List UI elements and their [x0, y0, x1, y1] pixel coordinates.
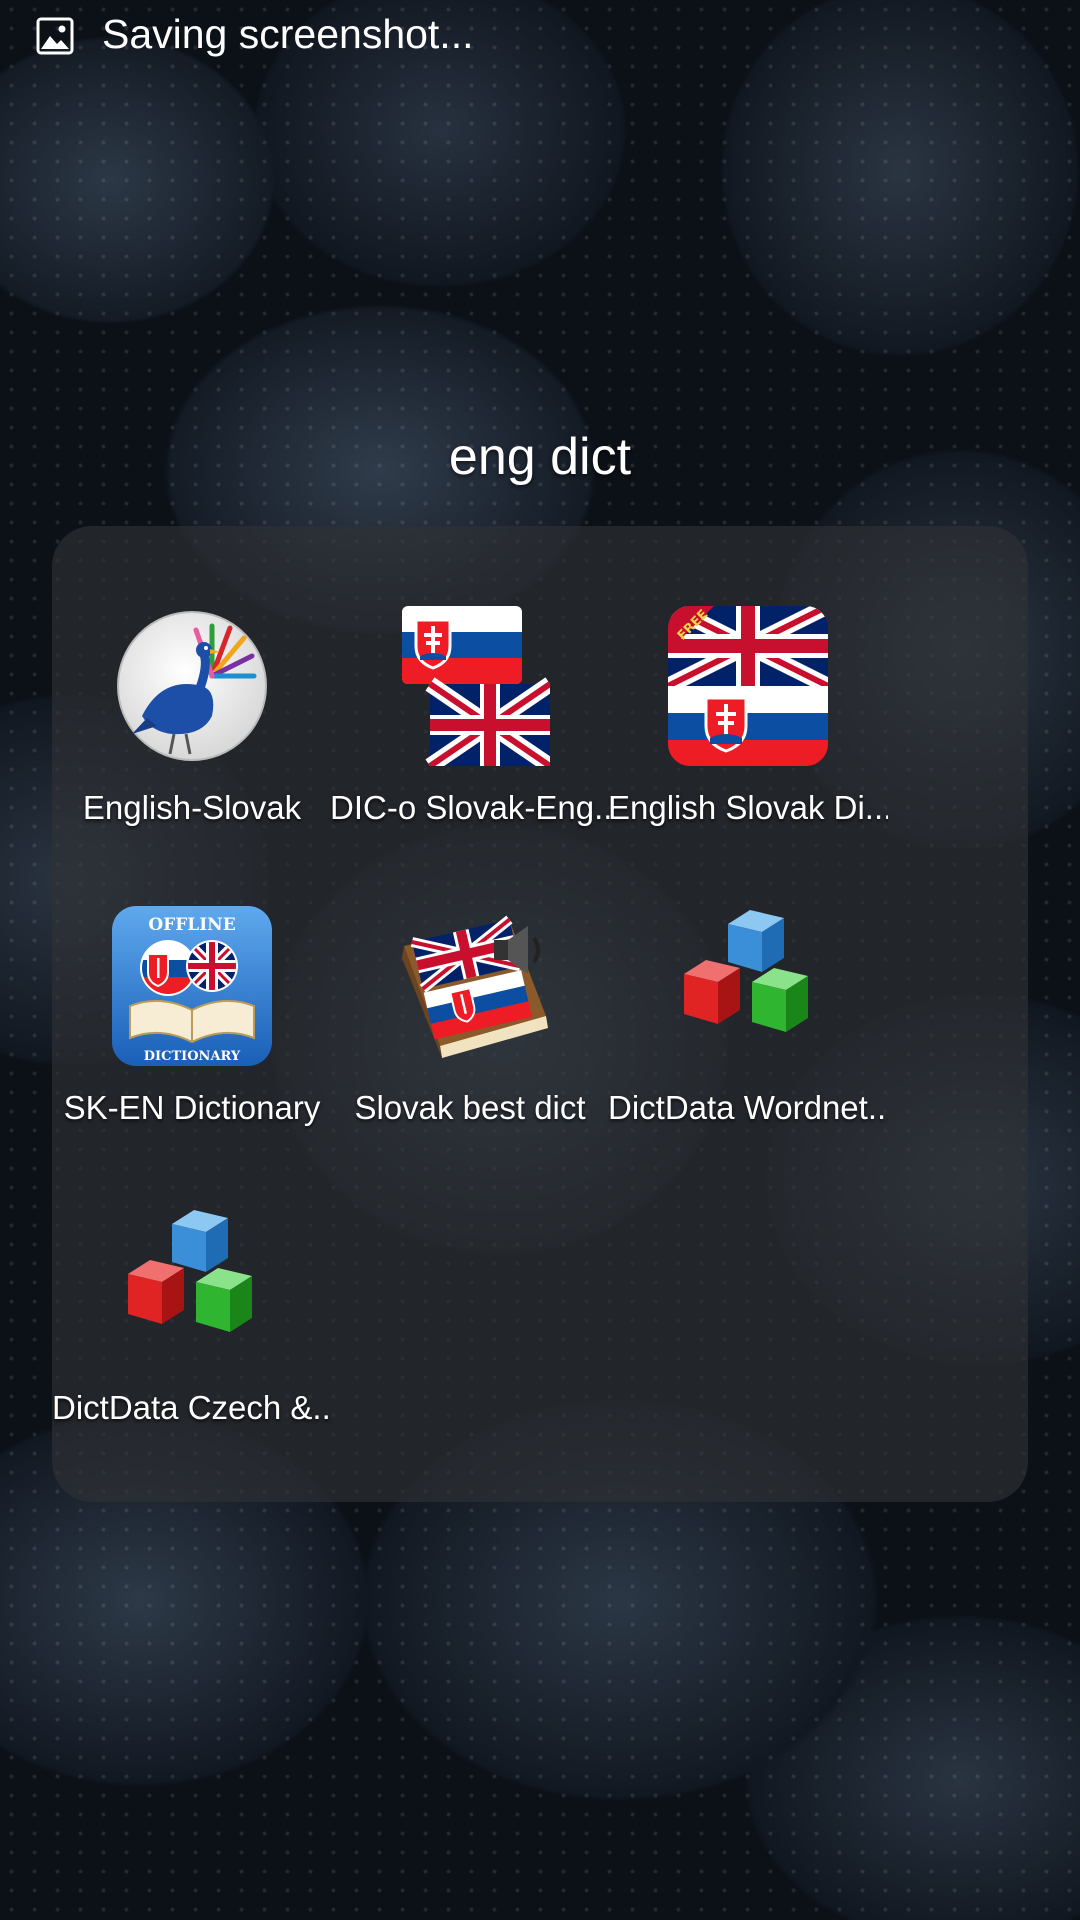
slovak-uk-flags-icon [390, 606, 550, 766]
app-label: DictData Czech &... [52, 1389, 332, 1426]
app-english-slovak[interactable]: English-Slovak [52, 606, 332, 866]
status-bar: Saving screenshot... [0, 0, 1080, 70]
app-label: English-Slovak [82, 789, 302, 826]
app-dic-o-slovak-eng[interactable]: DIC-o Slovak-Eng... [330, 606, 610, 866]
app-label: English Slovak Di... [608, 789, 888, 826]
app-slovak-best-dict[interactable]: Slovak best dict [330, 906, 610, 1166]
dictionary-badge-text: DICTIONARY [144, 1049, 241, 1064]
peacock-icon [112, 606, 272, 766]
folder-panel: English-Slovak DIC-o Slovak-Eng... FREE … [52, 526, 1028, 1502]
app-label: SK-EN Dictionary [63, 1089, 321, 1126]
cubes-icon [112, 1206, 272, 1366]
app-label: DictData Wordnet... [608, 1089, 888, 1126]
book-speaker-icon [390, 906, 550, 1066]
cubes-icon [668, 906, 828, 1066]
image-icon [36, 17, 74, 55]
app-label: Slovak best dict [354, 1089, 586, 1126]
status-notification-text: Saving screenshot... [102, 11, 474, 57]
uk-slovak-free-icon: FREE [668, 606, 828, 766]
app-english-slovak-dictionary[interactable]: FREE English Slovak Di... [608, 606, 888, 866]
app-dictdata-wordnet[interactable]: DictData Wordnet... [608, 906, 888, 1166]
offline-dictionary-icon: OFFLINE DICTIONARY [112, 906, 272, 1066]
folder-title[interactable]: eng dict [0, 425, 1080, 489]
offline-badge-text: OFFLINE [148, 915, 235, 935]
app-dictdata-czech[interactable]: DictData Czech &... [52, 1206, 332, 1466]
app-sk-en-dictionary[interactable]: OFFLINE DICTIONARY SK-EN Dictionary [52, 906, 332, 1166]
app-label: DIC-o Slovak-Eng... [330, 789, 610, 826]
